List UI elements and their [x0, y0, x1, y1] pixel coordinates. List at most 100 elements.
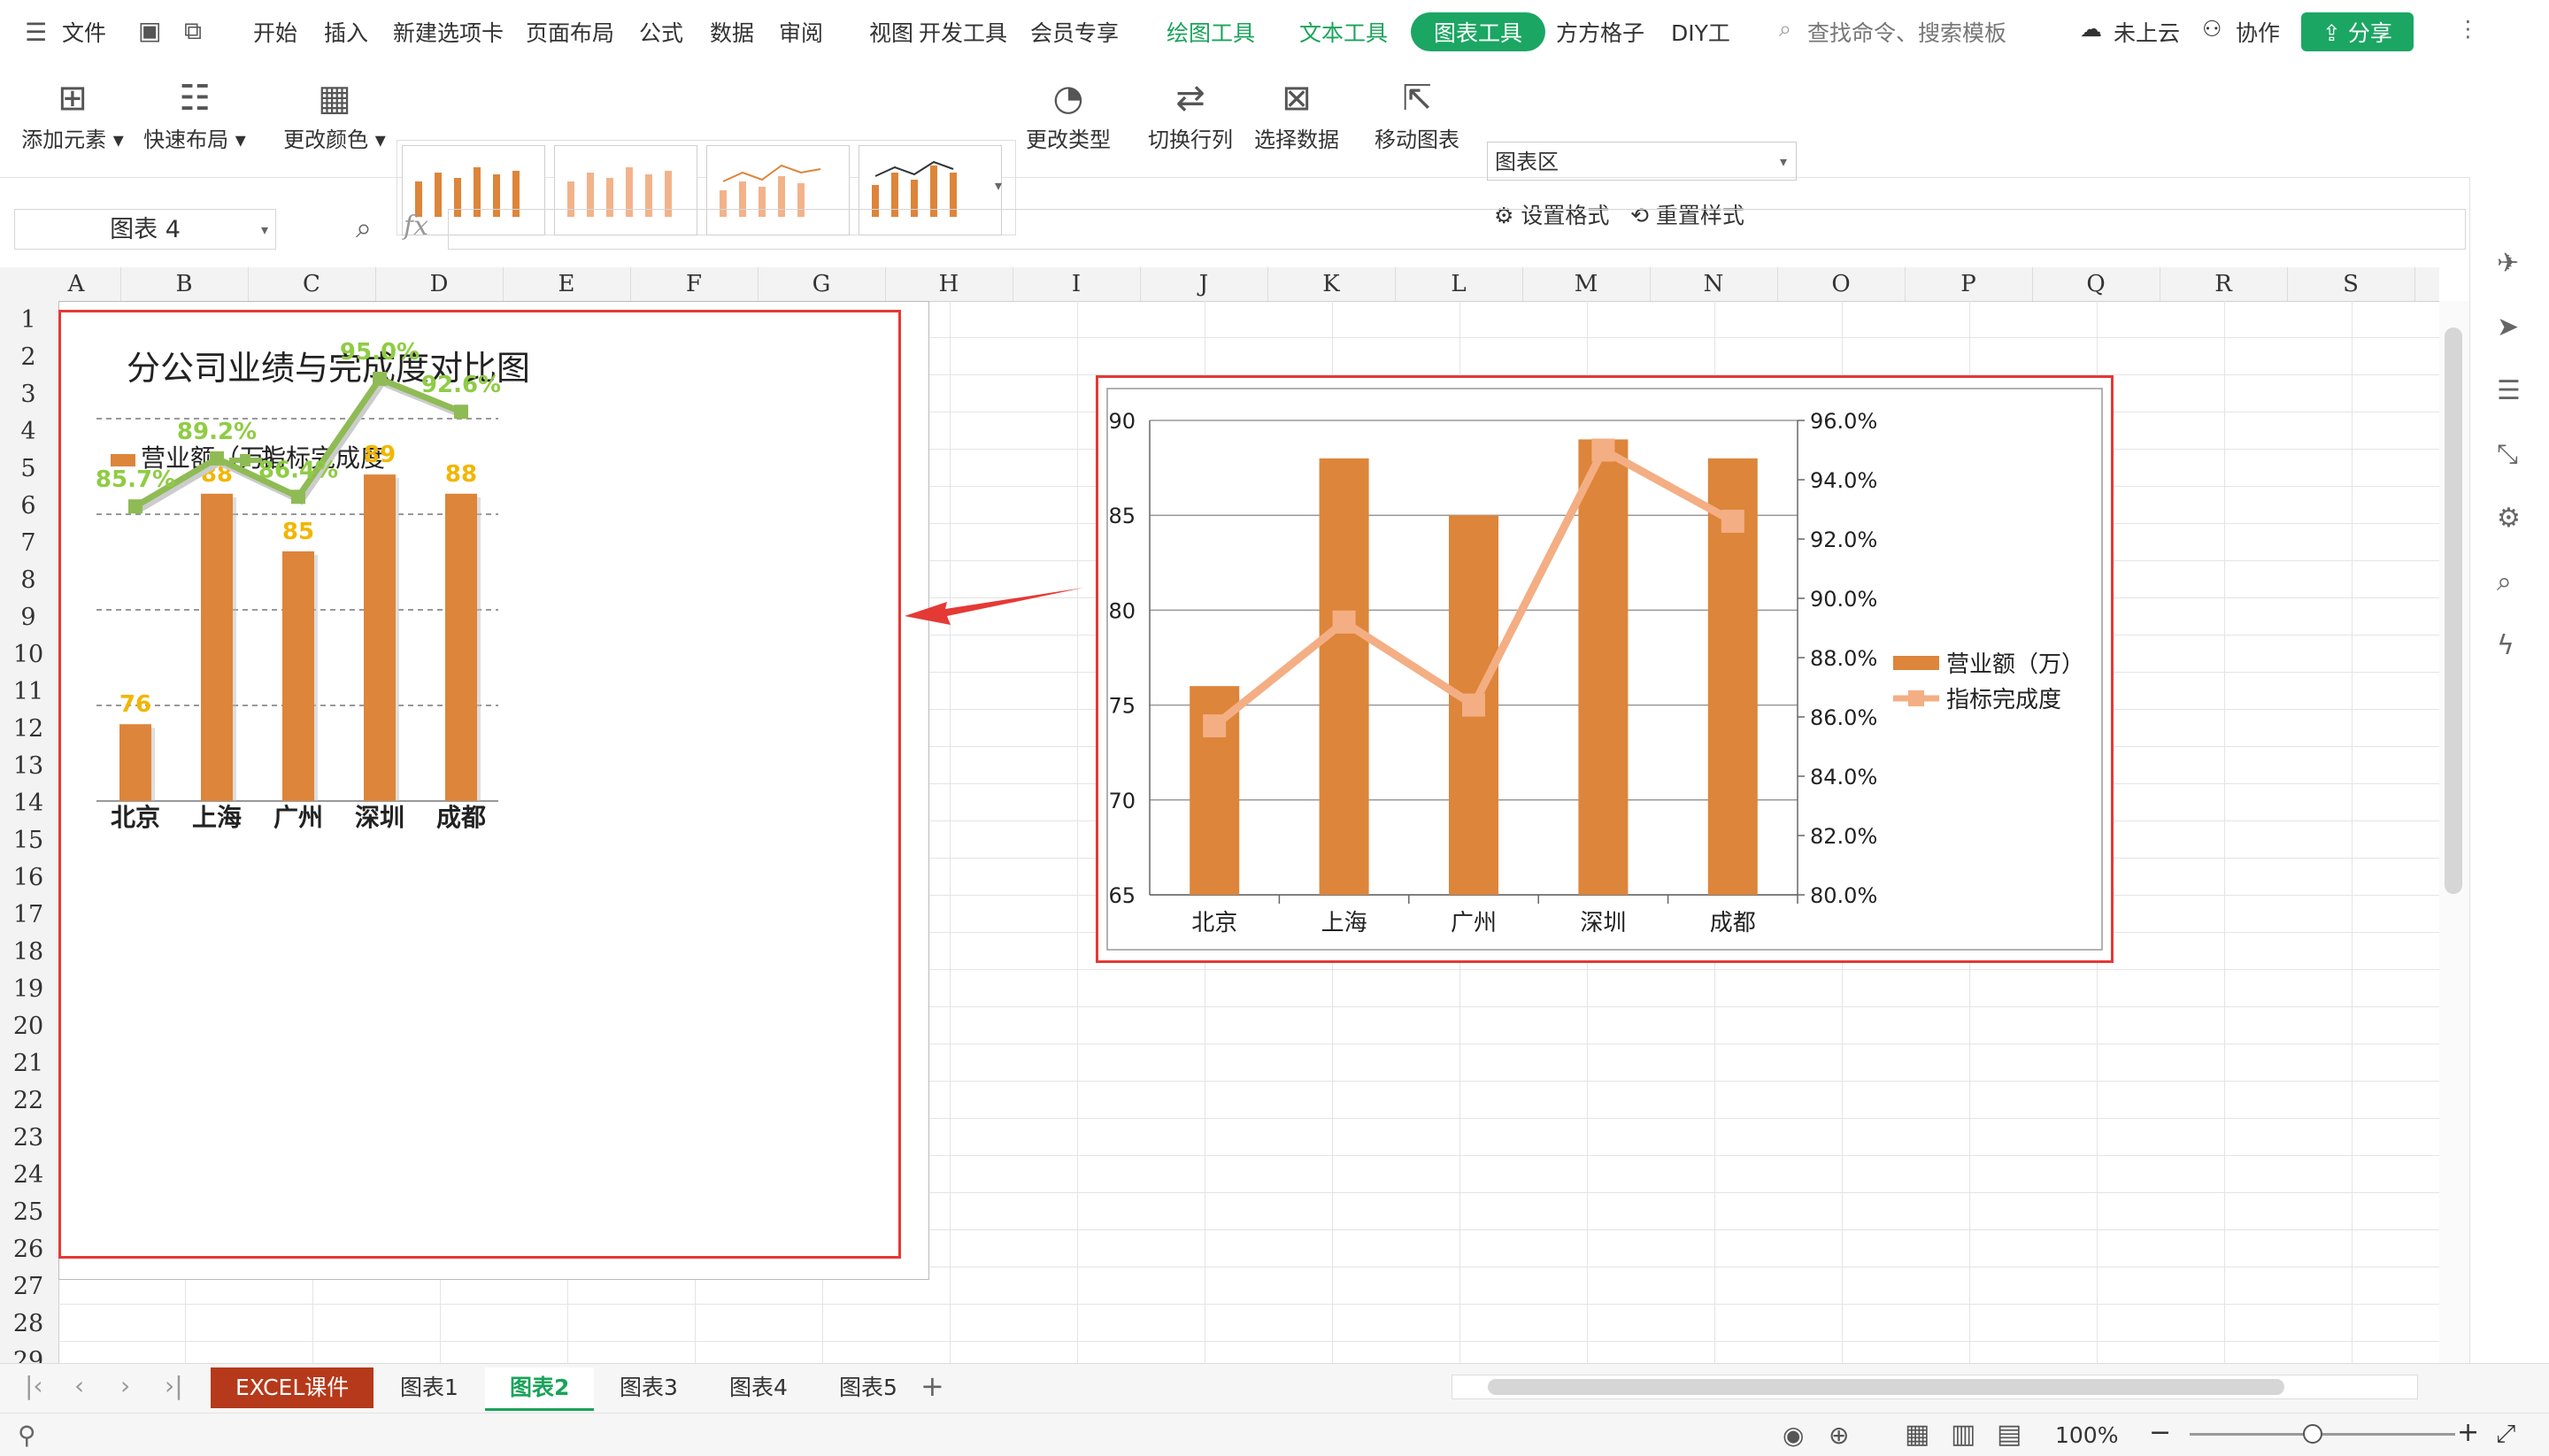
last-sheet-icon[interactable]: ›|	[165, 1371, 183, 1400]
sheet-tab-2[interactable]: 图表2	[485, 1367, 595, 1411]
switch-rowcol-button[interactable]: ⇄ 切换行列	[1142, 74, 1239, 153]
col-header-M[interactable]: M	[1522, 267, 1651, 301]
col-header-E[interactable]: E	[503, 267, 631, 301]
sheet-tab-1[interactable]: 图表1	[375, 1367, 483, 1408]
row-header-6[interactable]: 6	[0, 492, 57, 520]
col-header-J[interactable]: J	[1140, 267, 1268, 301]
col-header-H[interactable]: H	[885, 267, 1013, 301]
row-header-3[interactable]: 3	[0, 381, 57, 408]
row-header-14[interactable]: 14	[0, 790, 57, 817]
collab-button[interactable]: 协作	[2236, 16, 2280, 48]
row-header-21[interactable]: 21	[0, 1050, 57, 1077]
extra-tab-0[interactable]: 方方格子	[1556, 16, 1644, 48]
chart-area-select[interactable]: 图表区 ▾	[1487, 142, 1797, 181]
row-header-15[interactable]: 15	[0, 827, 57, 854]
menu-tab-0[interactable]: 开始	[253, 16, 297, 48]
row-header-28[interactable]: 28	[0, 1310, 57, 1337]
macro-icon[interactable]: ⚲	[18, 1421, 36, 1450]
zoom-out-icon[interactable]: −	[2149, 1417, 2171, 1448]
template-icon[interactable]: ⧉	[184, 16, 202, 46]
menu-tab-3[interactable]: 页面布局	[526, 16, 614, 48]
col-header-I[interactable]: I	[1013, 267, 1141, 301]
row-header-8[interactable]: 8	[0, 566, 57, 594]
fx-icon[interactable]: fx	[404, 211, 428, 242]
row-header-20[interactable]: 20	[0, 1013, 57, 1040]
cursor-icon[interactable]: ➤	[2497, 312, 2519, 343]
row-header-13[interactable]: 13	[0, 752, 57, 780]
menu-tab-2[interactable]: 新建选项卡	[393, 16, 504, 48]
page-break-icon[interactable]: ▤	[1997, 1419, 2021, 1450]
col-header-B[interactable]: B	[120, 267, 249, 301]
select-data-button[interactable]: ⊠ 选择数据	[1248, 74, 1345, 153]
vertical-scroll-thumb[interactable]	[2445, 327, 2462, 894]
col-header-A[interactable]: A	[32, 267, 121, 301]
col-header-R[interactable]: R	[2160, 267, 2288, 301]
chart-settings-icon[interactable]: ⚙	[2497, 503, 2521, 534]
row-header-22[interactable]: 22	[0, 1087, 57, 1114]
row-header-4[interactable]: 4	[0, 418, 57, 445]
context-tab-2[interactable]: 图表工具	[1411, 12, 1546, 51]
next-sheet-icon[interactable]: ›	[120, 1371, 130, 1400]
menu-tab-8[interactable]: 开发工具	[919, 16, 1007, 48]
row-header-18[interactable]: 18	[0, 938, 57, 966]
menu-tab-7[interactable]: 视图	[869, 16, 913, 48]
page-layout-icon[interactable]: ▥	[1951, 1419, 1975, 1450]
row-header-12[interactable]: 12	[0, 715, 57, 743]
row-header-5[interactable]: 5	[0, 455, 57, 482]
menu-tab-4[interactable]: 公式	[639, 16, 683, 48]
normal-view-icon[interactable]: ▦	[1905, 1419, 1929, 1450]
row-header-11[interactable]: 11	[0, 678, 57, 705]
chart-right[interactable]: 65 70 75 80 85 90 80.0% 82.0% 84.0% 86.0% 88.0% 90.…	[1096, 375, 2114, 963]
col-header-C[interactable]: C	[248, 267, 376, 301]
zoom-level[interactable]: 100%	[2055, 1422, 2118, 1448]
lightning-icon[interactable]: ϟ	[2497, 630, 2514, 661]
row-header-26[interactable]: 26	[0, 1236, 57, 1263]
vertical-scrollbar[interactable]	[2439, 301, 2469, 1363]
col-header-S[interactable]: S	[2287, 267, 2415, 301]
chart-left[interactable]: 分公司业绩与完成度对比图营业额（万）指标完成度76北京88上海85广州89深圳8…	[58, 310, 901, 1259]
sheet-tab-4[interactable]: 图表4	[705, 1367, 812, 1408]
menu-tab-1[interactable]: 插入	[324, 16, 368, 48]
horizontal-scrollbar[interactable]	[1452, 1375, 2418, 1399]
inspect-icon[interactable]: ⌕	[2497, 566, 2512, 597]
col-header-G[interactable]: G	[758, 267, 886, 301]
quick-layout-button[interactable]: ☷ 快速布局 ▾	[142, 74, 248, 153]
row-header-9[interactable]: 9	[0, 604, 57, 631]
add-element-button[interactable]: ⊞ 添加元素 ▾	[19, 74, 126, 153]
first-sheet-icon[interactable]: |‹	[25, 1371, 43, 1400]
menu-tab-9[interactable]: 会员专享	[1030, 16, 1119, 48]
extra-tab-1[interactable]: DIY工	[1671, 16, 1730, 48]
context-tab-0[interactable]: 绘图工具	[1167, 16, 1255, 48]
row-header-1[interactable]: 1	[0, 306, 57, 334]
zoom-in-icon[interactable]: +	[2457, 1417, 2479, 1448]
share-button[interactable]: ⇪ 分享	[2301, 12, 2414, 51]
col-header-N[interactable]: N	[1650, 267, 1778, 301]
rocket-icon[interactable]: ✈	[2497, 248, 2519, 279]
menu-tab-6[interactable]: 审阅	[779, 16, 823, 48]
move-chart-button[interactable]: ⇱ 移动图表	[1368, 74, 1466, 153]
gallery-more-icon[interactable]: ▾	[995, 177, 1002, 194]
cloud-status[interactable]: 未上云	[2114, 16, 2180, 48]
sliders-icon[interactable]: ☰	[2497, 375, 2521, 406]
row-header-23[interactable]: 23	[0, 1124, 57, 1152]
formula-input[interactable]	[448, 209, 2466, 250]
row-header-24[interactable]: 24	[0, 1161, 57, 1189]
sheet-tab-3[interactable]: 图表3	[595, 1367, 703, 1408]
name-box[interactable]: 图表 4 ▾	[14, 209, 276, 250]
col-header-P[interactable]: P	[1905, 267, 2033, 301]
row-header-2[interactable]: 2	[0, 343, 57, 371]
col-header-K[interactable]: K	[1267, 267, 1396, 301]
eye-icon[interactable]: ◉	[1783, 1421, 1804, 1450]
change-color-button[interactable]: ▦ 更改颜色 ▾	[280, 74, 389, 153]
save-icon[interactable]: ▣	[138, 16, 161, 45]
context-tab-1[interactable]: 文本工具	[1299, 16, 1388, 48]
change-type-button[interactable]: ◔ 更改类型	[1020, 74, 1117, 153]
row-header-10[interactable]: 10	[0, 641, 57, 668]
transform-icon[interactable]: ⤡	[2497, 439, 2518, 470]
center-icon[interactable]: ⊕	[1829, 1421, 1849, 1450]
row-header-25[interactable]: 25	[0, 1198, 57, 1226]
row-header-16[interactable]: 16	[0, 864, 57, 891]
add-sheet-icon[interactable]: +	[920, 1369, 944, 1403]
menu-file[interactable]: 文件	[62, 16, 106, 48]
col-header-Q[interactable]: Q	[2032, 267, 2160, 301]
